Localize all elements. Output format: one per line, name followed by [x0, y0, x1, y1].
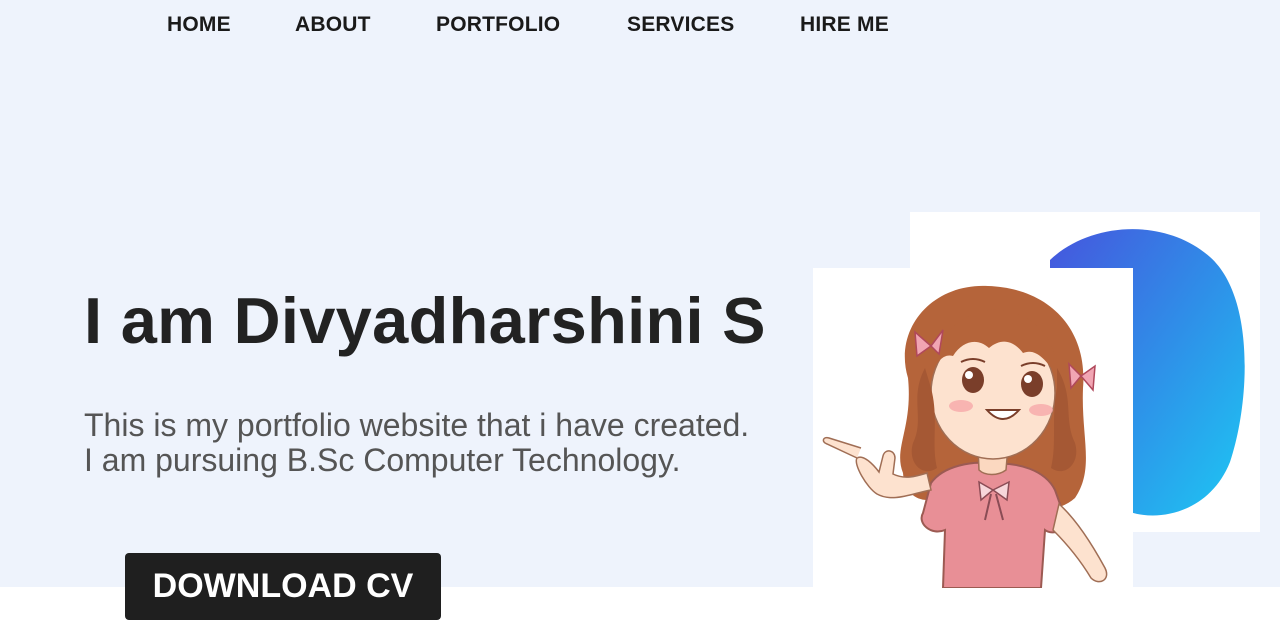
nav-about[interactable]: ABOUT [295, 13, 371, 37]
hero-title: I am Divyadharshini S [84, 284, 766, 357]
hero-description: This is my portfolio website that i have… [84, 408, 749, 478]
portfolio-page: HOME ABOUT PORTFOLIO SERVICES HIRE ME I … [0, 0, 1280, 626]
top-navigation: HOME ABOUT PORTFOLIO SERVICES HIRE ME [0, 0, 1280, 50]
cartoon-girl-image [822, 285, 1108, 588]
download-cv-button[interactable]: DOWNLOAD CV [125, 553, 441, 620]
nav-portfolio[interactable]: PORTFOLIO [436, 13, 560, 37]
nav-services[interactable]: SERVICES [627, 13, 734, 37]
hero-description-line-1: This is my portfolio website that i have… [84, 407, 750, 443]
nav-hire-me[interactable]: HIRE ME [800, 13, 889, 37]
profile-photo [813, 268, 1133, 588]
nav-home[interactable]: HOME [167, 13, 231, 37]
hero-description-line-2: I am pursuing B.Sc Computer Technology. [84, 442, 681, 478]
